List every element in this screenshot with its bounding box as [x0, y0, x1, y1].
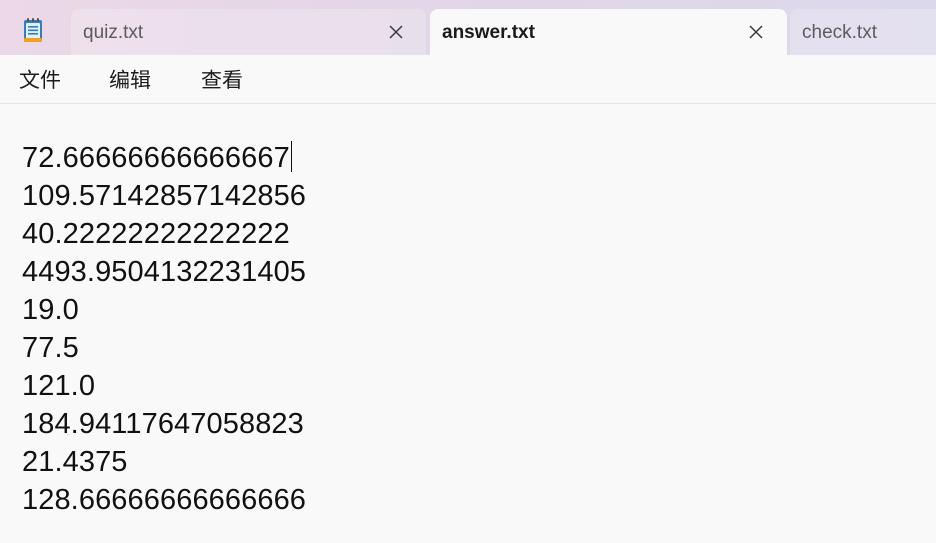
editor-line: 109.57142857142856 [22, 180, 307, 212]
tab-answer[interactable]: answer.txt [430, 9, 787, 55]
close-icon[interactable] [745, 21, 767, 43]
editor-line: 184.94117647058823 [22, 408, 304, 440]
menu-view[interactable]: 查看 [201, 67, 243, 93]
text-editor[interactable]: 72.66666666666667 109.57142857142856 40.… [0, 104, 936, 543]
editor-line: 77.5 [22, 332, 79, 364]
title-bar: quiz.txt answer.txt check.txt [0, 0, 936, 55]
editor-lines: 72.66666666666667 109.57142857142856 40.… [22, 139, 306, 519]
editor-line: 121.0 [22, 370, 96, 402]
tab-label: check.txt [802, 22, 877, 43]
tab-label: quiz.txt [83, 22, 144, 43]
editor-line: 21.4375 [22, 446, 128, 478]
tab-label: answer.txt [442, 22, 535, 43]
text-caret [290, 141, 293, 172]
tab-quiz[interactable]: quiz.txt [71, 9, 426, 55]
editor-line: 40.22222222222222 [22, 218, 290, 250]
menu-file[interactable]: 文件 [19, 67, 61, 93]
notepad-window: quiz.txt answer.txt check.txt 文件 编辑 查看 7… [0, 0, 936, 543]
menu-edit[interactable]: 编辑 [109, 67, 151, 93]
menu-edit-label: 编辑 [109, 68, 151, 92]
notepad-icon [22, 17, 44, 43]
editor-line: 128.66666666666666 [22, 484, 307, 516]
menu-bar: 文件 编辑 查看 [0, 55, 936, 104]
close-icon[interactable] [385, 21, 407, 43]
menu-view-label: 查看 [201, 68, 243, 92]
editor-line: 72.66666666666667 [22, 139, 306, 177]
menu-file-label: 文件 [19, 68, 61, 92]
editor-line: 4493.9504132231405 [22, 256, 307, 288]
editor-line: 19.0 [22, 294, 79, 326]
tab-check[interactable]: check.txt [790, 9, 936, 55]
